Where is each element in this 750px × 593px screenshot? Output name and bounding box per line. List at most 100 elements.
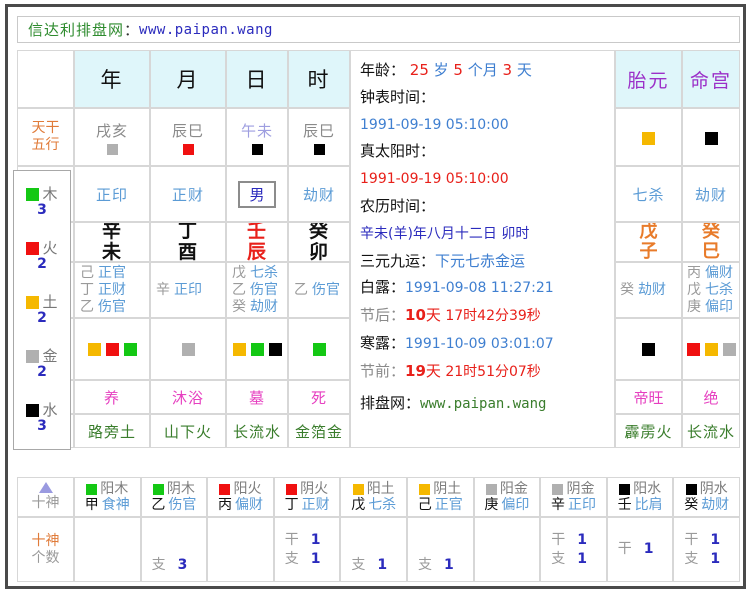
- bailu-value: 1991-09-08 11:27:21: [405, 280, 554, 297]
- zhi-key: 支: [551, 550, 566, 567]
- five-elements-panel: 木3火2土2金2水3: [13, 170, 71, 450]
- right-pillar-cell-0: 戊子: [615, 222, 682, 262]
- tengod-name: 正官: [434, 497, 463, 513]
- lunar-time-label: 农历时间：: [360, 196, 436, 215]
- element-squares-cell-1: [150, 318, 226, 380]
- earthly-branch: 未: [101, 241, 122, 262]
- tengod-count-cell-1: 支3: [140, 517, 208, 582]
- triangle-icon: [38, 482, 53, 493]
- element-color-square: [87, 342, 101, 356]
- age-months-unit: 个月: [462, 61, 498, 79]
- five-element-head: 金: [26, 348, 58, 364]
- heavenly-stem: 癸: [308, 222, 329, 242]
- sanyuan-value: 下元七赤金运: [435, 251, 526, 270]
- hidden-stem-row: 癸劫财: [232, 299, 278, 316]
- site-title-bar: 信达利排盘网 ： www.paipan.wang: [17, 16, 740, 43]
- bottom-row2-label-line1: 十神: [31, 532, 60, 549]
- nayin-label: 长流水: [232, 422, 281, 441]
- hidden-stem-god: 伤官: [312, 281, 340, 298]
- stem-god-row: 癸劫财: [684, 497, 729, 513]
- element-color-square: [313, 143, 325, 155]
- right-nayin-label: 长流水: [686, 422, 735, 441]
- element-color-square: [286, 483, 298, 495]
- heavenly-stem: 乙: [151, 497, 166, 513]
- heavenly-stem: 癸: [684, 497, 699, 513]
- hidden-stem-row: 丙偏财: [687, 265, 733, 282]
- age-years: 25: [405, 61, 429, 79]
- info-sanyuan-line: 三元九运：下元七赤金运: [360, 248, 614, 275]
- tengod-count-inner: 支1: [341, 518, 406, 581]
- element-color-square: [268, 342, 282, 356]
- element-count: 2: [37, 255, 47, 272]
- pillar-text: 壬辰: [247, 223, 267, 261]
- right-tengod-cell-1: 劫财: [682, 166, 740, 222]
- hidden-stem-row: 己正官: [80, 265, 126, 282]
- tengod-cell-1: 正财: [150, 166, 226, 222]
- tengod-name: 偏印: [501, 497, 530, 513]
- right-square-cell-1: [682, 108, 740, 166]
- element-color-square: [26, 349, 40, 363]
- tengod-legend-inner: 阳火丙偏财: [208, 478, 273, 516]
- hidden-stem-row: 戊七杀: [687, 282, 733, 299]
- tengod-name: 劫财: [701, 497, 730, 513]
- element-color-square: [642, 342, 655, 356]
- right-life-stage-label: 绝: [703, 388, 719, 407]
- element-color-square: [86, 483, 98, 495]
- info-jieqian-line: 节前：19天 21时51分07秒: [360, 358, 614, 386]
- yinyang-element-row: 阳火: [219, 481, 261, 497]
- yinyang-element-label: 阴金: [566, 481, 595, 497]
- hidden-stem: 癸: [232, 298, 246, 315]
- stem-god-row: 壬比肩: [618, 497, 663, 513]
- pillar-text: 丁酉: [177, 222, 198, 261]
- hidden-stems-cell-0: 己正官丁正财乙伤官: [74, 262, 150, 318]
- kongwang-cell-3: 辰巳: [288, 108, 350, 166]
- right-nayin-cell-0: 霹雳火: [615, 414, 682, 448]
- element-squares-cell-0: [74, 318, 150, 380]
- earthly-branch: 子: [639, 241, 658, 262]
- element-color-square: [685, 483, 697, 495]
- tengod-count-cell-8: 干1: [606, 517, 674, 582]
- yinyang-element-label: 阳水: [633, 481, 662, 497]
- hidden-stem: 癸: [620, 281, 634, 298]
- pillar-cell-0: 辛未: [74, 222, 150, 262]
- info-solar-label-line: 真太阳时：: [360, 138, 614, 165]
- column-header-year: 年: [74, 50, 150, 108]
- life-stage-cell-2: 墓: [226, 380, 288, 414]
- tengod-count-inner: 干1支1: [674, 518, 739, 581]
- hidden-stem: 己: [80, 264, 94, 281]
- pillar-cell-3: 癸卯: [288, 222, 350, 262]
- element-square-row: [232, 342, 282, 356]
- hidden-stem: 戊: [687, 281, 701, 298]
- hidden-stem: 乙: [232, 281, 246, 298]
- tengod-count-cell-4: 支1: [340, 517, 407, 582]
- right-header-minggong: 命宫: [682, 50, 740, 108]
- column-header-label: 日: [245, 68, 269, 92]
- age-days: 3: [497, 61, 513, 79]
- gan-key: 干: [684, 531, 699, 548]
- hidden-stems-cell-1: 辛正印: [150, 262, 226, 318]
- tengod-legend-inner: 阴金辛正印: [541, 478, 606, 516]
- right-pillar-text: 戊子: [639, 223, 658, 262]
- kongwang-label: 辰巳: [171, 121, 204, 140]
- zhi-count: 1: [444, 557, 454, 573]
- site-url[interactable]: www.paipan.wang: [139, 22, 273, 38]
- right-element-squares-cell-1: [682, 318, 740, 380]
- hidden-stems-list: 戊七杀乙伤官癸劫财: [227, 265, 287, 316]
- info-lunar-label-line: 农历时间：: [360, 193, 614, 220]
- jiehou-rest: 17时42分39秒: [440, 308, 541, 325]
- nayin-cell-1: 山下火: [150, 414, 226, 448]
- element-color-square: [182, 143, 194, 155]
- tengod-legend-inner: 阴水癸劫财: [674, 478, 739, 516]
- nayin-label: 山下火: [163, 422, 212, 441]
- stem-god-row: 戊七杀: [351, 497, 396, 513]
- tengod-legend-cell-8: 阳水壬比肩: [606, 477, 674, 517]
- element-color-square: [105, 342, 119, 356]
- footer-url[interactable]: www.paipan.wang: [420, 396, 546, 412]
- hidden-stem-row: 丁正财: [80, 282, 126, 299]
- heavenly-stem: 丁: [177, 222, 198, 242]
- jieqian-days: 19: [405, 361, 426, 380]
- element-color-square: [232, 342, 246, 356]
- chart-grid: 年月日时天干 五行 戌亥 辰巳 午未 辰巳 正印 正财男劫财辛未丁酉壬辰癸卯己正官丁正财乙伤官…: [17, 50, 740, 470]
- hanlu-value: 1991-10-09 03:01:07: [405, 335, 554, 352]
- tengod-legend-cell-7: 阴金辛正印: [540, 477, 607, 517]
